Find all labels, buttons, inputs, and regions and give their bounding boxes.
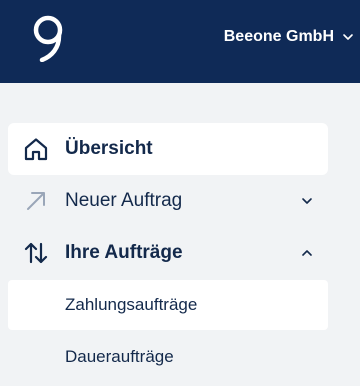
company-switcher[interactable]: Beeone GmbH [224, 26, 354, 48]
nav-item-label: Neuer Auftrag [65, 190, 183, 211]
arrows-up-down-icon [22, 239, 50, 267]
arrow-up-right-icon [22, 187, 50, 215]
sub-item-label: Zahlungsaufträge [65, 295, 198, 314]
brand-logo[interactable] [30, 12, 72, 62]
sidebar-nav: Übersicht Neuer Auftrag Ihre Aufträge Za… [0, 83, 360, 386]
chevron-up-icon[interactable] [300, 246, 314, 260]
home-icon [22, 135, 50, 163]
sub-item-dauerauftraege[interactable]: Daueraufträge [8, 332, 328, 382]
sub-item-label: Daueraufträge [65, 347, 174, 366]
nav-item-neuer-auftrag[interactable]: Neuer Auftrag [8, 175, 328, 227]
nav-item-uebersicht[interactable]: Übersicht [8, 123, 328, 175]
app-header: Beeone GmbH [0, 0, 360, 83]
chevron-down-icon [343, 34, 353, 40]
sub-item-zahlungsauftraege[interactable]: Zahlungsaufträge [8, 280, 328, 330]
nav-item-label: Ihre Aufträge [65, 242, 183, 263]
chevron-down-icon[interactable] [300, 194, 314, 208]
nav-item-ihre-auftraege[interactable]: Ihre Aufträge [8, 227, 328, 279]
nav-item-label: Übersicht [65, 138, 153, 159]
company-name: Beeone GmbH [223, 28, 334, 45]
